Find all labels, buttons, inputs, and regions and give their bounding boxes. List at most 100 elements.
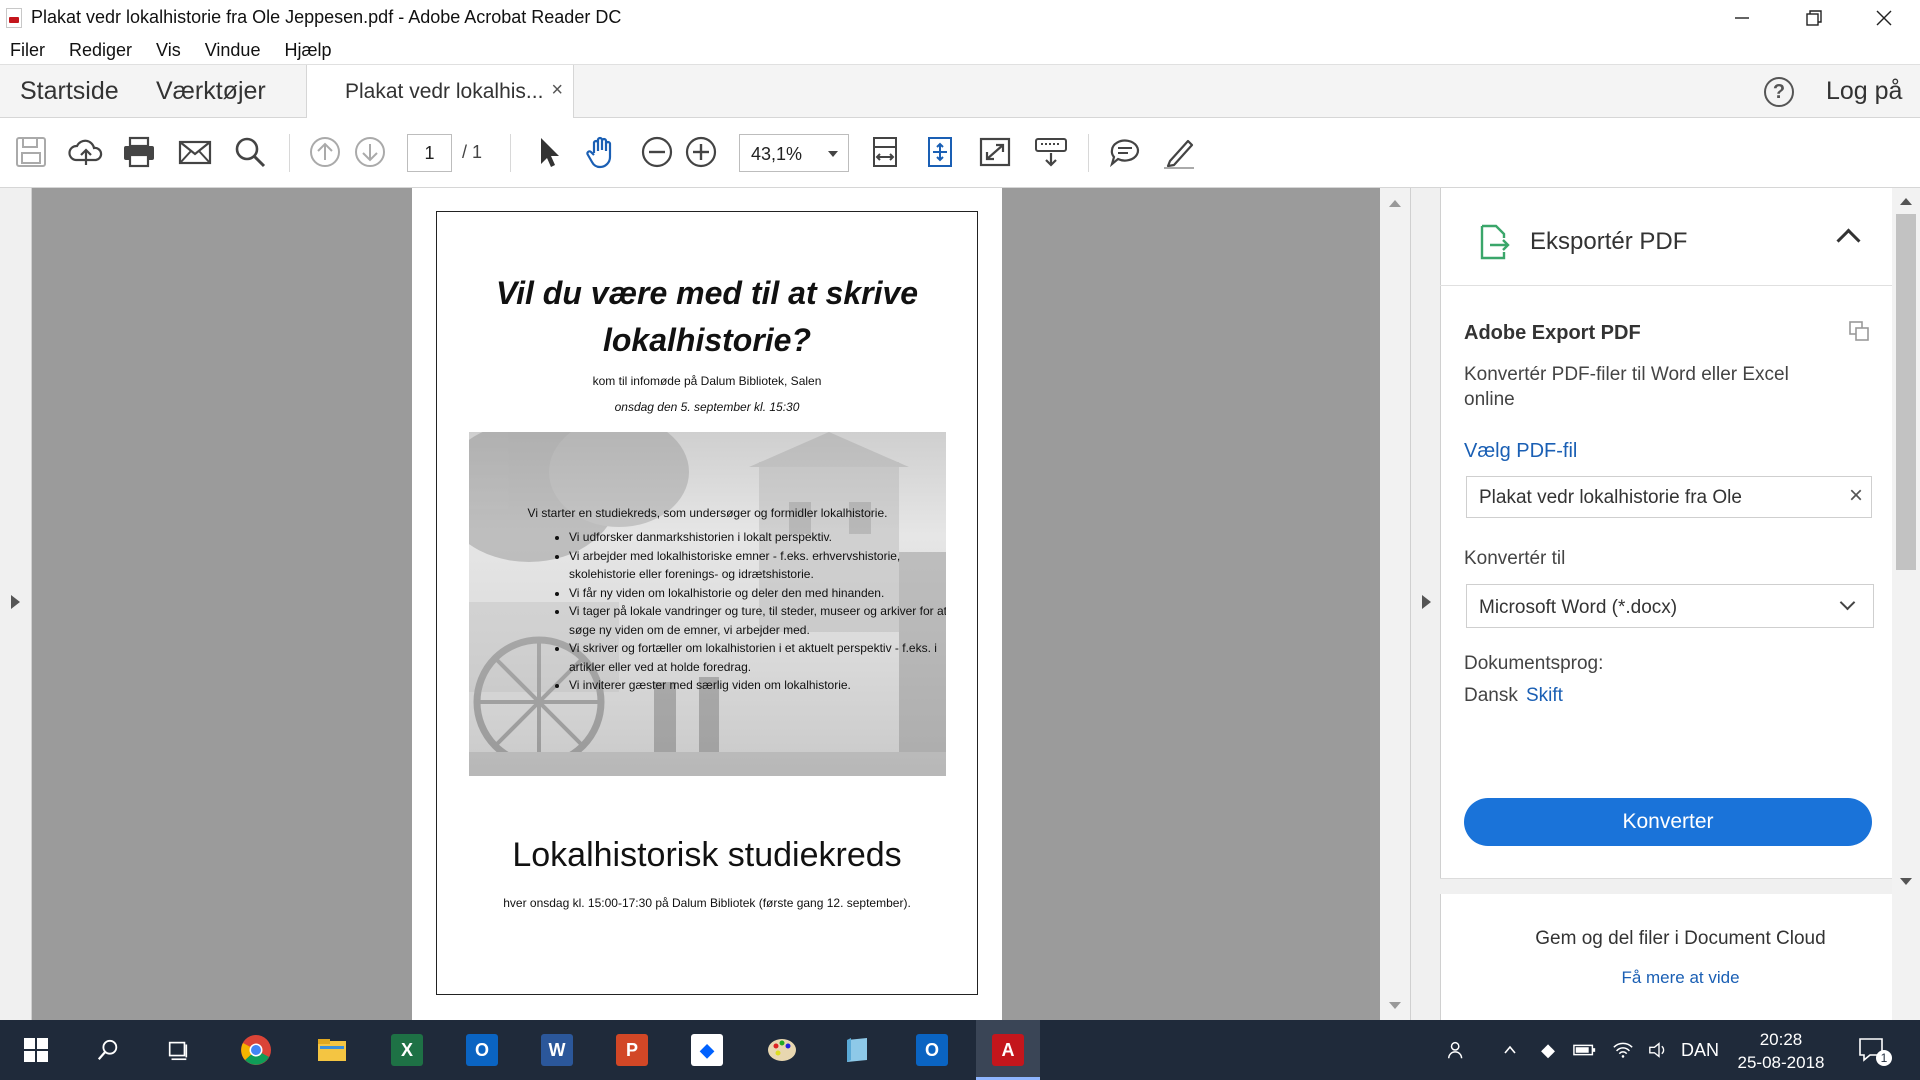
zoom-in-button[interactable] [682, 133, 720, 171]
highlight-button[interactable] [1160, 133, 1198, 171]
pane-scroll-thumb[interactable] [1896, 214, 1916, 570]
menu-view[interactable]: Vis [156, 40, 181, 61]
volume-icon[interactable] [1644, 1020, 1674, 1080]
pen-icon [1164, 139, 1194, 169]
task-view-button[interactable] [156, 1028, 200, 1072]
search-icon [97, 1039, 118, 1060]
tab-close-icon[interactable]: × [551, 79, 563, 102]
dropbox-tray-icon[interactable]: ◆ [1534, 1020, 1562, 1080]
login-link[interactable]: Log på [1826, 77, 1902, 106]
tab-document[interactable]: Plakat vedr lokalhis... × [306, 65, 574, 119]
close-window-button[interactable] [1848, 0, 1920, 36]
window-title: Plakat vedr lokalhistorie fra Ole Jeppes… [31, 7, 622, 27]
convert-button[interactable]: Konverter [1464, 798, 1872, 846]
menu-edit[interactable]: Rediger [69, 40, 132, 61]
notebook-icon [847, 1038, 867, 1062]
selected-file-field[interactable]: Plakat vedr lokalhistorie fra Ole × [1466, 476, 1872, 518]
poster-bullet-list: Vi udforsker danmarkshistorien i lokalt … [539, 528, 946, 695]
search-icon [235, 137, 266, 168]
copy-icon[interactable] [1848, 320, 1870, 342]
taskbar-word[interactable]: W [535, 1028, 579, 1072]
learn-more-link[interactable]: Få mere at vide [1440, 968, 1920, 988]
menu-file[interactable]: Filer [10, 40, 45, 61]
paint-palette-icon [768, 1039, 796, 1061]
minimize-button[interactable] [1706, 0, 1778, 36]
taskbar-notes-app[interactable] [835, 1028, 879, 1072]
notification-count-badge: 1 [1876, 1050, 1892, 1066]
taskbar-paint[interactable] [760, 1028, 804, 1072]
taskbar-outlook-2[interactable]: O [910, 1028, 954, 1072]
people-icon[interactable] [1440, 1020, 1474, 1080]
windows-logo-icon [24, 1038, 48, 1062]
convert-to-label: Konvertér til [1464, 548, 1566, 569]
comment-button[interactable] [1106, 133, 1144, 171]
scroll-up-icon[interactable] [1389, 200, 1401, 207]
page-number-input[interactable]: 1 [407, 134, 452, 172]
find-button[interactable] [231, 133, 269, 171]
email-button[interactable] [176, 133, 214, 171]
list-item: Vi udforsker danmarkshistorien i lokalt … [569, 528, 946, 547]
document-scrollbar[interactable] [1380, 188, 1410, 1020]
save-button[interactable] [12, 133, 50, 171]
taskbar-powerpoint[interactable]: P [610, 1028, 654, 1072]
scroll-up-icon[interactable] [1900, 198, 1912, 205]
taskbar-acrobat[interactable]: A [976, 1020, 1040, 1080]
pane-divider [1440, 878, 1892, 894]
read-mode-button[interactable] [1032, 133, 1070, 171]
plus-circle-icon [685, 136, 717, 168]
zoom-select[interactable]: 43,1% [739, 134, 849, 172]
fit-page-button[interactable] [921, 133, 959, 171]
scroll-down-icon[interactable] [1389, 1002, 1401, 1009]
scroll-down-icon[interactable] [1900, 878, 1912, 885]
choose-pdf-link[interactable]: Vælg PDF-fil [1464, 440, 1577, 463]
convert-format-value: Microsoft Word (*.docx) [1479, 597, 1678, 618]
next-page-button[interactable] [351, 133, 389, 171]
zoom-out-button[interactable] [638, 133, 676, 171]
start-button[interactable] [14, 1028, 58, 1072]
tab-tools[interactable]: Værktøjer [156, 77, 266, 106]
system-clock[interactable]: 20:28 25-08-2018 [1728, 1028, 1834, 1074]
arrow-up-circle-icon [310, 137, 340, 167]
taskbar-outlook[interactable]: O [460, 1028, 504, 1072]
taskbar-dropbox[interactable]: ◆ [685, 1028, 729, 1072]
keyboard-down-icon [1035, 138, 1067, 167]
change-language-link[interactable]: Skift [1526, 685, 1563, 707]
poster-intro: Vi starter en studiekreds, som undersøge… [527, 506, 888, 520]
menu-help[interactable]: Hjælp [284, 40, 331, 61]
search-button[interactable] [86, 1028, 130, 1072]
upload-cloud-button[interactable] [67, 133, 105, 171]
select-tool-button[interactable] [529, 133, 567, 171]
convert-format-select[interactable]: Microsoft Word (*.docx) [1466, 584, 1874, 628]
acrobat-icon: A [992, 1034, 1024, 1066]
fit-page-icon [928, 137, 952, 167]
taskbar-chrome[interactable] [234, 1028, 278, 1072]
right-pane-toggle[interactable] [1410, 188, 1440, 1020]
poster-date: onsdag den 5. september kl. 15:30 [614, 400, 800, 414]
help-icon[interactable]: ? [1764, 77, 1794, 107]
hand-tool-button[interactable] [583, 133, 621, 171]
show-hidden-icons-icon[interactable] [1496, 1020, 1524, 1080]
left-pane-toggle[interactable] [0, 188, 32, 1020]
taskbar-file-explorer[interactable] [310, 1028, 354, 1072]
fit-width-button[interactable] [866, 133, 904, 171]
wifi-icon[interactable] [1608, 1020, 1638, 1080]
taskbar-excel[interactable]: X [385, 1028, 429, 1072]
restore-button[interactable] [1778, 0, 1850, 36]
cursor-arrow-icon [541, 138, 559, 167]
print-button[interactable] [120, 133, 158, 171]
clear-file-icon[interactable]: × [1849, 482, 1863, 510]
full-screen-button[interactable] [976, 133, 1014, 171]
chrome-icon [241, 1035, 271, 1065]
input-language[interactable]: DAN [1678, 1020, 1722, 1080]
menu-window[interactable]: Vindue [205, 40, 261, 61]
tab-home[interactable]: Startside [20, 77, 119, 106]
notifications-button[interactable]: 1 [1852, 1020, 1892, 1080]
poster-subtitle: Lokalhistorisk studiekreds [512, 836, 902, 874]
previous-page-button[interactable] [306, 133, 344, 171]
document-language-value: Dansk [1464, 685, 1518, 706]
tab-document-label: Plakat vedr lokalhis... [345, 80, 544, 103]
list-item: Vi arbejder med lokalhistoriske emner - … [569, 547, 946, 584]
selected-file-value: Plakat vedr lokalhistorie fra Ole [1479, 487, 1742, 508]
battery-icon[interactable] [1570, 1020, 1600, 1080]
taskbar: X O W P ◆ O A ◆ DAN 20:28 25-08-2018 1 [0, 1020, 1920, 1080]
